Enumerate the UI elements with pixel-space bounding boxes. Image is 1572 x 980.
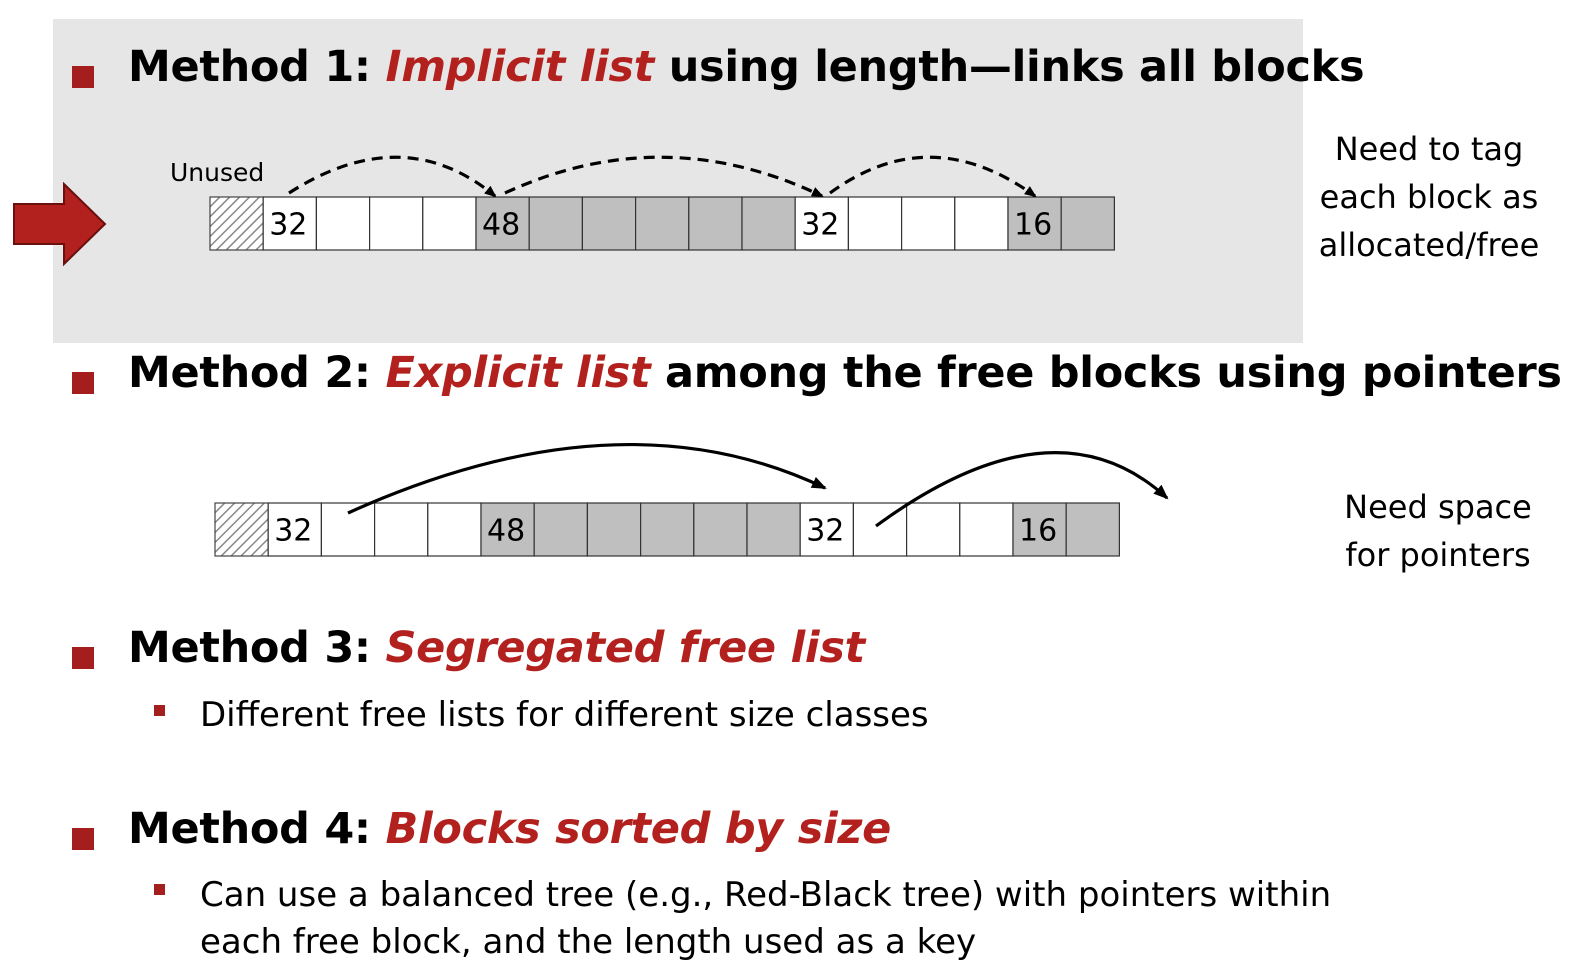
method2-note-line: for pointers bbox=[1345, 536, 1531, 574]
allocated-word-cell bbox=[634, 196, 690, 251]
block-size-label: 16 bbox=[1019, 514, 1057, 549]
explicit-list-diagram: 32 48 32 16 bbox=[214, 442, 1169, 557]
method3-prefix: Method 3: bbox=[128, 623, 386, 673]
allocated-word-cell bbox=[688, 196, 743, 251]
free-word-cell bbox=[369, 196, 424, 251]
method4-bullet bbox=[72, 828, 94, 850]
free-word-cell bbox=[900, 196, 956, 251]
implicit-link-arrow bbox=[288, 155, 497, 198]
method4-subtext: Can use a balanced tree (e.g., Red-Black… bbox=[200, 872, 1331, 966]
method3-emphasis: Segregated free list bbox=[385, 623, 866, 673]
method2-emphasis: Explicit list bbox=[385, 348, 651, 398]
method2-bullet bbox=[72, 372, 94, 394]
method3-sub-bullet bbox=[154, 705, 165, 716]
implicit-link-arrow bbox=[504, 155, 824, 198]
method4-subtext-line: Can use a balanced tree (e.g., Red-Black… bbox=[200, 875, 1332, 915]
method2-heading: Method 2: Explicit list among the free b… bbox=[128, 348, 1562, 398]
method2-note: Need space for pointers bbox=[1320, 483, 1556, 579]
block-size-label: 32 bbox=[274, 514, 312, 549]
method2-note-line: Need space bbox=[1344, 488, 1532, 526]
method4-subtext-line: each free block, and the length used as … bbox=[200, 922, 977, 962]
allocated-word-cell bbox=[586, 502, 642, 557]
allocated-word-cell bbox=[528, 196, 584, 251]
method4-heading: Method 4: Blocks sorted by size bbox=[128, 804, 891, 854]
free-word-cell bbox=[427, 502, 482, 557]
free-word-cell bbox=[320, 502, 376, 557]
method1-note: Need to tag each block as allocated/free bbox=[1300, 125, 1558, 269]
allocated-word-cell bbox=[533, 502, 589, 557]
method3-subtext: Different free lists for different size … bbox=[200, 695, 929, 735]
free-word-cell bbox=[315, 196, 371, 251]
method2-suffix: among the free blocks using pointers bbox=[650, 348, 1562, 398]
free-word-cell bbox=[905, 502, 961, 557]
allocated-word-cell bbox=[581, 196, 637, 251]
allocated-word-cell bbox=[1060, 196, 1115, 251]
method3-bullet bbox=[72, 647, 94, 669]
unused-padding-cell bbox=[209, 196, 264, 251]
implicit-link-arrow bbox=[829, 155, 1037, 198]
method4-sub-bullet bbox=[154, 884, 165, 895]
free-word-cell bbox=[847, 196, 903, 251]
allocated-word-cell bbox=[639, 502, 695, 557]
method1-note-line: each block as bbox=[1319, 178, 1539, 216]
block-size-label: 16 bbox=[1014, 208, 1052, 243]
method1-note-line: allocated/free bbox=[1318, 226, 1540, 264]
method3-heading: Method 3: Segregated free list bbox=[128, 623, 865, 673]
free-word-cell bbox=[374, 502, 429, 557]
free-word-cell bbox=[954, 196, 1009, 251]
method4-prefix: Method 4: bbox=[128, 804, 386, 854]
allocated-word-cell bbox=[1065, 502, 1120, 557]
method1-note-line: Need to tag bbox=[1334, 130, 1524, 168]
block-size-label: 32 bbox=[801, 208, 839, 243]
method4-emphasis: Blocks sorted by size bbox=[385, 804, 892, 854]
allocated-word-cell bbox=[693, 502, 748, 557]
block-size-label: 32 bbox=[806, 514, 844, 549]
block-size-label: 48 bbox=[482, 208, 520, 243]
allocated-word-cell bbox=[746, 502, 801, 557]
unused-padding-cell bbox=[214, 502, 269, 557]
method2-prefix: Method 2: bbox=[128, 348, 386, 398]
free-word-cell bbox=[959, 502, 1014, 557]
free-word-cell bbox=[422, 196, 477, 251]
block-size-label: 32 bbox=[269, 208, 307, 243]
allocated-word-cell bbox=[741, 196, 796, 251]
block-size-label: 48 bbox=[487, 514, 525, 549]
